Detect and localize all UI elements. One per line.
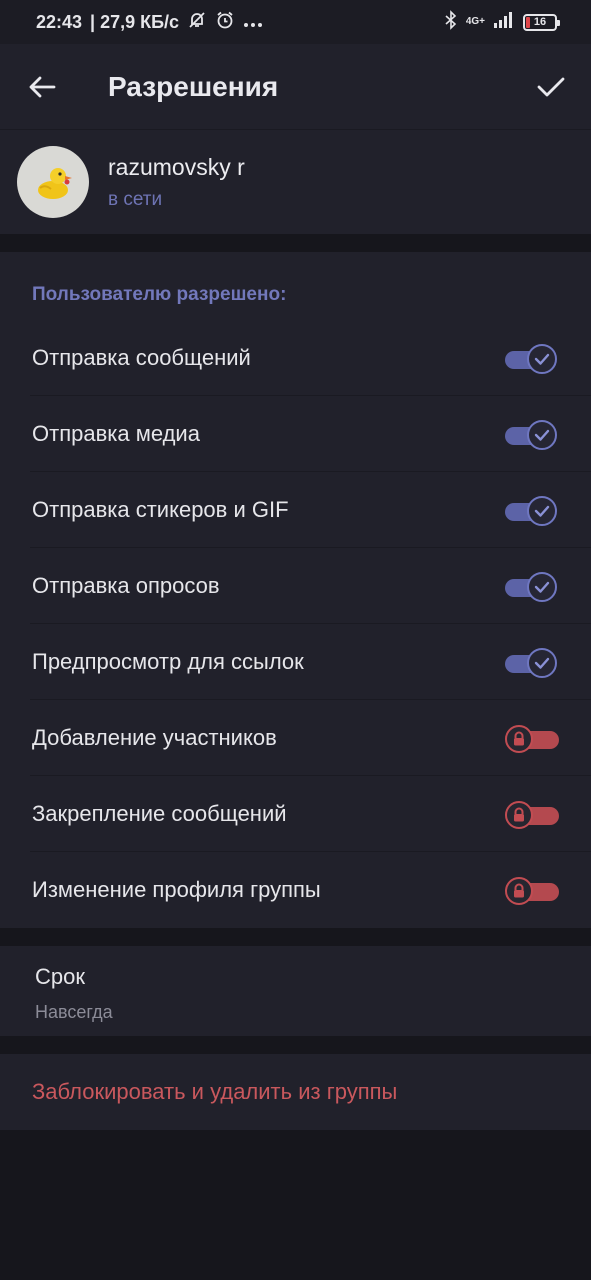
alarm-icon: [215, 10, 235, 35]
app-bar: Разрешения: [0, 44, 591, 130]
permissions-list: Отправка сообщений Отправка медиа Отправка…: [0, 320, 591, 928]
permission-row[interactable]: Предпросмотр для ссылок: [0, 624, 591, 700]
locked-toggle[interactable]: [505, 800, 559, 829]
permission-row[interactable]: Отправка опросов: [0, 548, 591, 624]
permission-label: Изменение профиля группы: [32, 877, 321, 902]
duck-avatar-icon: [38, 168, 72, 199]
avatar: [17, 146, 89, 218]
network-type: 4G+: [465, 16, 485, 27]
battery-icon: 16: [523, 13, 560, 31]
permission-label: Предпросмотр для ссылок: [32, 649, 304, 674]
locked-toggle[interactable]: [505, 724, 559, 753]
permission-label: Добавление участников: [32, 725, 277, 750]
page-title: Разрешения: [108, 70, 279, 102]
profile-text: razumovsky r в сети: [108, 154, 245, 211]
permission-toggle[interactable]: [505, 572, 557, 602]
more-dots-icon: [243, 12, 263, 33]
battery-level: 16: [533, 16, 547, 28]
permission-label: Отправка опросов: [32, 573, 220, 598]
status-bar-right: 4G+ 16: [444, 9, 560, 35]
section-gap: [0, 1036, 591, 1054]
user-profile[interactable]: razumovsky r в сети: [0, 130, 591, 234]
checkmark-icon: [527, 572, 557, 602]
checkmark-icon: [527, 420, 557, 450]
ban-and-remove-label: Заблокировать и удалить из группы: [32, 1079, 398, 1104]
term-title: Срок: [35, 964, 85, 989]
signal-icon: [493, 11, 515, 34]
network-speed: | 27,9 КБ/с: [90, 11, 180, 32]
permission-row[interactable]: Отправка стикеров и GIF: [0, 472, 591, 548]
permission-label: Закрепление сообщений: [32, 801, 287, 826]
permission-toggle[interactable]: [505, 648, 557, 678]
permission-label: Отправка стикеров и GIF: [32, 497, 289, 522]
checkmark-icon: [527, 344, 557, 374]
permission-label: Отправка сообщений: [32, 345, 251, 370]
lock-icon: [505, 725, 533, 753]
lock-icon: [505, 877, 533, 905]
status-bar-left: 22:43 | 27,9 КБ/с: [36, 10, 263, 35]
profile-status: в сети: [108, 188, 163, 210]
permission-row[interactable]: Изменение профиля группы: [0, 852, 591, 928]
checkmark-icon[interactable]: [531, 67, 571, 107]
status-bar: 22:43 | 27,9 КБ/с 4G+ 16: [0, 0, 591, 44]
permission-toggle[interactable]: [505, 344, 557, 374]
permissions-header: Пользователю разрешено:: [32, 284, 287, 305]
section-gap: [0, 234, 591, 252]
profile-name: razumovsky r: [108, 153, 245, 180]
term-row[interactable]: Срок Навсегда: [0, 946, 591, 1036]
notifications-off-icon: [187, 10, 207, 35]
permission-row[interactable]: Отправка сообщений: [0, 320, 591, 396]
term-value: Навсегда: [35, 1002, 113, 1022]
lock-icon: [505, 801, 533, 829]
ban-and-remove-button[interactable]: Заблокировать и удалить из группы: [0, 1054, 591, 1130]
back-arrow-icon[interactable]: [24, 69, 60, 105]
permission-toggle[interactable]: [505, 496, 557, 526]
permission-row[interactable]: Закрепление сообщений: [0, 776, 591, 852]
bluetooth-icon: [444, 9, 458, 35]
checkmark-icon: [527, 648, 557, 678]
clock: 22:43: [36, 11, 83, 32]
section-gap: [0, 928, 591, 946]
checkmark-icon: [527, 496, 557, 526]
locked-toggle[interactable]: [505, 876, 559, 905]
permission-row[interactable]: Добавление участников: [0, 700, 591, 776]
permissions-section: Пользователю разрешено: Отправка сообщен…: [0, 252, 591, 928]
permission-toggle[interactable]: [505, 420, 557, 450]
permission-row[interactable]: Отправка медиа: [0, 396, 591, 472]
permission-label: Отправка медиа: [32, 421, 200, 446]
